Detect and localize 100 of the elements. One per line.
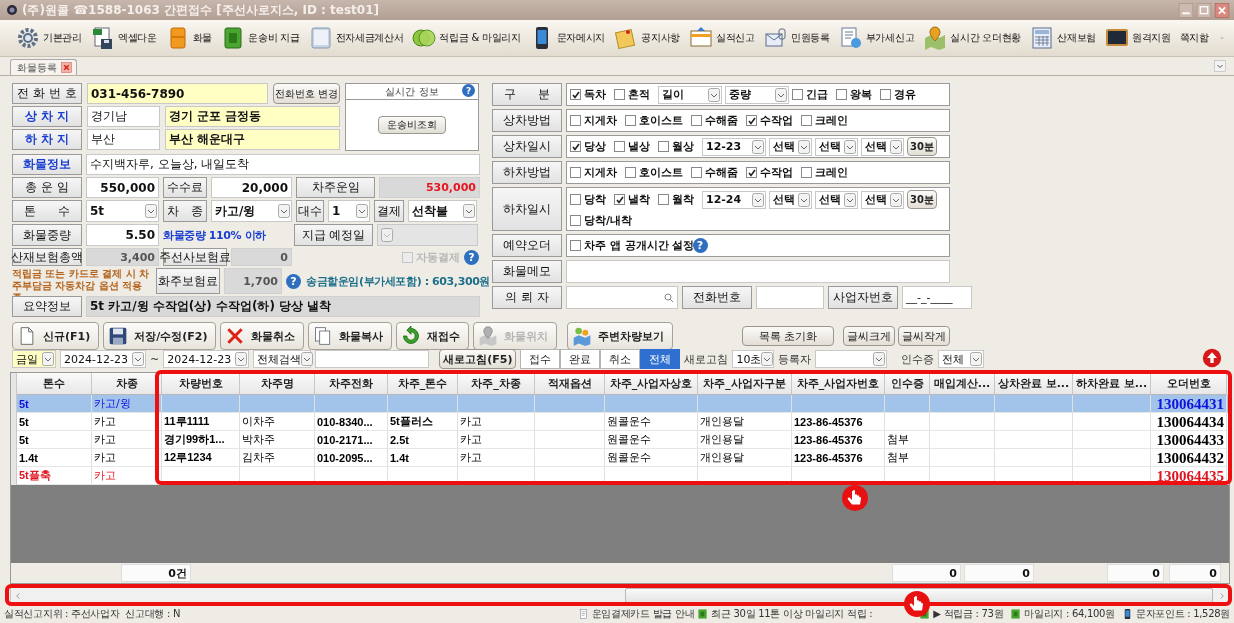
list-button[interactable]: 글씨작게 [898,326,950,346]
checkbox[interactable] [570,115,581,126]
amount-field[interactable]: 550,000 [86,177,159,198]
help-icon[interactable]: ? [286,273,301,289]
text-field[interactable]: 수지백자루, 오늘상, 내일도착 [86,154,480,175]
checkbox[interactable] [801,167,812,178]
checkbox[interactable] [614,89,625,100]
checkbox[interactable] [658,194,669,205]
search-field[interactable] [315,350,430,368]
date-dropdown[interactable]: 2024-12-23 [163,350,250,368]
toolbar-button[interactable]: 적립금 & 마일리지 [412,26,521,50]
dropdown[interactable]: 선택 [815,137,858,156]
checkbox[interactable] [792,89,803,100]
action-button[interactable]: 화물복사 [308,322,393,350]
dropdown[interactable]: 전체 [938,350,985,368]
dropdown[interactable]: 전체검색 [253,350,312,368]
dropdown[interactable]: 금일 [12,350,56,368]
action-button[interactable]: 저장/수정(F2) [103,322,217,350]
list-button[interactable]: 목록 초기화 [742,326,834,346]
toolbar-button[interactable]: 원격지원 [1104,26,1171,50]
help-icon[interactable]: ? [692,238,708,253]
dropdown[interactable]: 선택 [769,190,812,209]
tab[interactable]: 화물등록 [10,59,77,75]
toolbar-button[interactable]: 실적신고 [689,26,755,50]
toolbar-button[interactable]: 실시간 오더현황 [923,26,1022,50]
thirty-minute-button[interactable]: 30분 [907,190,937,209]
text-field[interactable] [756,286,824,309]
text-field[interactable]: 031-456-7890 [87,83,268,104]
dropdown[interactable]: 5t [86,200,159,222]
toolbar-button[interactable]: 쪽지함 [1179,31,1209,45]
date-dropdown[interactable]: 2024-12-23 [60,350,146,368]
checkbox[interactable] [691,115,702,126]
checkbox[interactable] [746,167,757,178]
checkbox[interactable] [570,141,581,152]
amount-field[interactable]: 5.50 [86,224,159,246]
checkbox[interactable] [570,194,581,205]
dropdown[interactable]: 선택 [861,190,904,209]
checkbox[interactable] [836,89,847,100]
checkbox[interactable] [746,115,757,126]
toolbar-button[interactable]: 화물 [165,26,213,50]
table-row[interactable]: 5t 카고/윙 130064431 [11,395,1229,413]
toolbar-button[interactable]: 운송비 지급 [221,26,300,50]
dropdown[interactable]: 중량 [725,85,789,104]
dropdown[interactable]: 12-23 [702,137,766,156]
dropdown[interactable] [815,350,888,368]
checkbox[interactable] [625,115,636,126]
dropdown[interactable]: 카고/윙 [211,200,292,222]
checkbox[interactable] [570,167,581,178]
dropdown[interactable]: 선택 [815,190,858,209]
action-button[interactable]: 화물취소 [220,322,305,350]
toolbar-button[interactable]: 산재보험 [1030,26,1096,50]
status-tab[interactable]: 전체 [640,349,681,369]
toolbar-button[interactable]: 엑셀다운 [90,26,157,50]
toolbar-button[interactable]: 공지사항 [614,26,681,50]
action-button[interactable]: 재접수 [396,322,470,350]
toolbar-button[interactable]: 기본관리 [16,26,82,50]
text-field[interactable]: __-_-____ [902,286,972,309]
status-tab[interactable]: 접수 [520,349,561,369]
status-tab[interactable]: 완료 [560,349,601,369]
checkbox[interactable] [570,89,581,100]
checkbox[interactable] [691,167,702,178]
checkbox[interactable] [801,115,812,126]
text-field[interactable]: 부산 [87,129,160,150]
text-field[interactable]: 경기 군포 금정동 [165,106,340,127]
checkbox[interactable] [614,194,625,205]
change-button[interactable]: 전화번호 변경 [273,83,340,104]
refresh-button[interactable]: 새로고침(F5) [439,349,517,369]
checkbox[interactable] [880,89,891,100]
search-field[interactable] [566,286,678,309]
dropdown[interactable]: 10초 [732,350,775,368]
dropdown[interactable]: 12-24 [702,190,766,209]
help-icon[interactable]: ? [464,249,479,265]
text-field[interactable]: 부산 해운대구 [165,129,340,150]
thirty-minute-button[interactable]: 30분 [907,137,937,156]
toolbar-button[interactable]: 부가세신고 [838,26,915,50]
text-field[interactable]: 경기남 [87,106,160,127]
action-button[interactable]: 신규(F1) [12,322,100,350]
checkbox[interactable] [570,215,581,226]
checkbox[interactable] [614,141,625,152]
status-tab[interactable]: 취소 [600,349,641,369]
dropdown[interactable]: 선택 [861,137,904,156]
fare-lookup-button[interactable]: 운송비조회 [378,116,446,134]
toolbar-button[interactable]: 전자세금계산서 [308,26,404,50]
dropdown[interactable]: 길이 [658,85,722,104]
memo-field[interactable] [566,260,950,283]
dropdown[interactable]: 선착불 [408,200,477,222]
checkbox[interactable] [658,141,669,152]
action-button[interactable]: 주변차량보기 [567,322,674,350]
help-icon[interactable]: ? [462,84,475,97]
toolbar-button[interactable]: 민원등록 [763,26,830,50]
table-row[interactable]: 5t 카고 11루1111 이차주 010-8340... 5t플러스 카고 원콜운수 개인용달 123-86-45376 130064434 [11,413,1229,431]
table-row[interactable]: 1.4t 카고 12루1234 김차주 010-2095... 1.4t 카고 원콜운수 개인용달 123-86-45376 첨부 130064432 [11,449,1229,467]
dropdown[interactable]: 1 [328,200,370,222]
checkbox[interactable] [570,240,581,251]
amount-field[interactable]: 20,000 [211,177,292,198]
list-button[interactable]: 글씨크게 [843,326,895,346]
table-row[interactable]: 5t 카고 경기99하1... 박차주 010-2171... 2.5t 카고 원콜운수 개인용달 123-86-45376 첨부 130064433 [11,431,1229,449]
dropdown[interactable]: 선택 [769,137,812,156]
checkbox[interactable] [625,167,636,178]
toolbar-button[interactable]: 문자메시지 [529,26,606,50]
